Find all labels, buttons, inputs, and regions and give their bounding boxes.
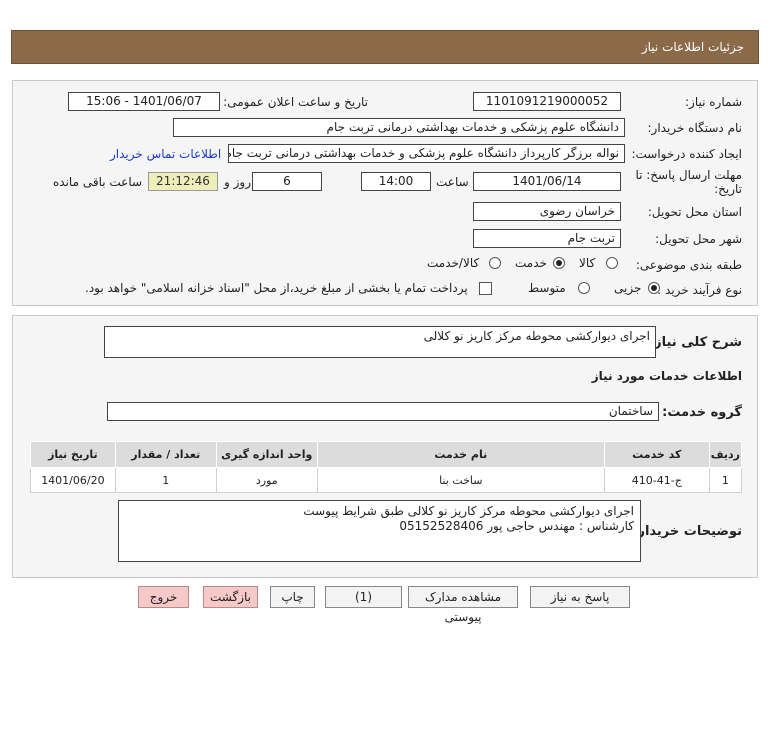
treasury-payment-text: پرداخت تمام یا بخشی از مبلغ خرید،از محل … bbox=[85, 281, 468, 295]
details-panel bbox=[12, 80, 758, 306]
buyer-notes-label: توضیحات خریدار: bbox=[632, 524, 742, 539]
process-radio-minor[interactable] bbox=[648, 282, 660, 294]
buyer-field: دانشگاه علوم پزشکی و خدمات بهداشتی درمان… bbox=[173, 118, 625, 137]
col-service-name: نام خدمت bbox=[316, 441, 605, 468]
cell-row-number: 1 bbox=[708, 467, 743, 493]
cell-service-name: ساخت بنا bbox=[316, 467, 605, 493]
province-field: خراسان رضوی bbox=[473, 202, 621, 221]
creator-label: ایجاد کننده درخواست: bbox=[631, 147, 742, 161]
need-number-label: شماره نیاز: bbox=[685, 95, 742, 109]
cell-need-date: 1401/06/20 bbox=[30, 467, 116, 493]
cell-unit: مورد bbox=[215, 467, 318, 493]
category-option-goods-service: کالا/خدمت bbox=[427, 256, 480, 270]
print-button[interactable]: چاپ bbox=[270, 586, 315, 608]
process-radio-medium[interactable] bbox=[578, 282, 590, 294]
deadline-time-field: 14:00 bbox=[361, 172, 431, 191]
service-group-label: گروه خدمت: bbox=[662, 405, 742, 420]
back-button[interactable]: بازگشت bbox=[203, 586, 258, 608]
general-desc-label: شرح کلی نیاز: bbox=[648, 335, 742, 350]
page-header: جزئیات اطلاعات نیاز bbox=[11, 30, 759, 64]
category-label: طبقه بندی موضوعی: bbox=[635, 258, 742, 272]
category-option-service: خدمت bbox=[515, 256, 547, 270]
deadline-label: مهلت ارسال پاسخ: تا bbox=[635, 168, 742, 182]
category-radio-service[interactable] bbox=[553, 257, 565, 269]
cell-service-code: ج-41-410 bbox=[603, 467, 710, 493]
process-option-medium: متوسط bbox=[528, 281, 566, 295]
need-number-field: 1101091219000052 bbox=[473, 92, 621, 111]
col-row-number: ردیف bbox=[708, 441, 743, 468]
process-option-minor: جزیی bbox=[614, 281, 642, 295]
cell-quantity: 1 bbox=[114, 467, 217, 493]
announce-field: 1401/06/07 - 15:06 bbox=[68, 92, 220, 111]
category-option-goods: کالا bbox=[579, 256, 596, 270]
reply-button[interactable]: پاسخ به نیاز bbox=[530, 586, 630, 608]
page-title: جزئیات اطلاعات نیاز bbox=[641, 40, 744, 54]
buyer-label: نام دستگاه خریدار: bbox=[647, 121, 743, 135]
services-table: ردیف کد خدمت نام خدمت واحد اندازه گیری ت… bbox=[30, 441, 743, 493]
service-group-field: ساختمان bbox=[107, 402, 659, 421]
process-label: نوع فرآیند خرید : bbox=[657, 283, 742, 297]
announce-label: تاریخ و ساعت اعلان عمومی: bbox=[223, 95, 368, 109]
category-radio-goods[interactable] bbox=[606, 257, 618, 269]
days-field: 6 bbox=[252, 172, 322, 191]
col-unit: واحد اندازه گیری bbox=[215, 441, 318, 468]
remaining-time-field: 21:12:46 bbox=[148, 172, 218, 191]
col-service-code: کد خدمت bbox=[603, 441, 710, 468]
col-quantity: تعداد / مقدار bbox=[114, 441, 217, 468]
contact-buyer-link[interactable]: اطلاعات تماس خریدار bbox=[110, 147, 221, 161]
col-need-date: تاریخ نیاز bbox=[30, 441, 116, 468]
view-attachments-button[interactable]: مشاهده مدارک پیوستی bbox=[408, 586, 518, 624]
days-label: روز و bbox=[224, 175, 251, 189]
treasury-payment-checkbox[interactable] bbox=[479, 282, 492, 295]
view-docs-count-button[interactable]: (1) bbox=[325, 586, 402, 608]
deadline-time-label: ساعت bbox=[436, 175, 469, 189]
services-title: اطلاعات خدمات مورد نیاز bbox=[591, 369, 742, 383]
city-label: شهر محل تحویل: bbox=[655, 232, 742, 246]
table-header-row: ردیف کد خدمت نام خدمت واحد اندازه گیری ت… bbox=[30, 441, 743, 468]
table-row: 1 ج-41-410 ساخت بنا مورد 1 1401/06/20 bbox=[30, 467, 743, 493]
exit-button[interactable]: خروج bbox=[138, 586, 189, 608]
remaining-label: ساعت باقی مانده bbox=[53, 175, 143, 189]
general-desc-field: اجرای دیوارکشی محوطه مرکز کاریز نو کلالی bbox=[104, 326, 656, 358]
city-field: تربت جام bbox=[473, 229, 621, 248]
province-label: استان محل تحویل: bbox=[647, 205, 742, 219]
deadline-label-2: تاریخ: bbox=[714, 182, 742, 196]
category-radio-goods-service[interactable] bbox=[489, 257, 501, 269]
buyer-notes-field: اجرای دیوارکشی محوطه مرکز کاریز نو کلالی… bbox=[118, 500, 641, 562]
creator-field: نواله برزگر کارپرداز دانشگاه علوم پزشکی … bbox=[228, 144, 625, 163]
deadline-date-field: 1401/06/14 bbox=[473, 172, 621, 191]
